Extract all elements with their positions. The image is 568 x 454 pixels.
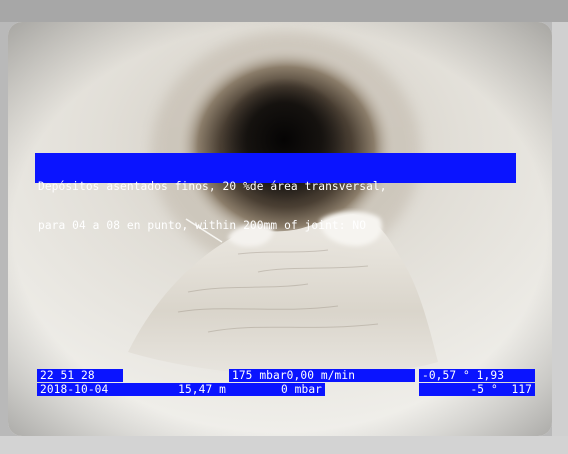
date-readout: 2018-10-04 (37, 383, 143, 396)
video-frame: Depósitos asentados finos, 20 %de área t… (0, 0, 568, 454)
time-readout: 22 51 28 (37, 369, 123, 382)
observation-line-1: Depósitos asentados finos, 20 %de área t… (38, 180, 387, 193)
observation-line-2: para 04 a 08 en punto, within 200mm of j… (38, 219, 367, 232)
observation-overlay: Depósitos asentados finos, 20 %de área t… (35, 153, 516, 232)
distance-readout: 15,47 m (139, 383, 229, 396)
pressure-readout: 0 mbar (229, 383, 325, 396)
frame-bottom-border (0, 436, 568, 454)
pressure-speed-readout: 175 mbar0,00 m/min (229, 369, 415, 382)
inclination-readout-2: -5 ° 117 (419, 383, 535, 396)
inclination-readout-1: -0,57 ° 1,93 (419, 369, 535, 382)
frame-top-border (0, 0, 568, 22)
frame-right-border (552, 22, 568, 436)
